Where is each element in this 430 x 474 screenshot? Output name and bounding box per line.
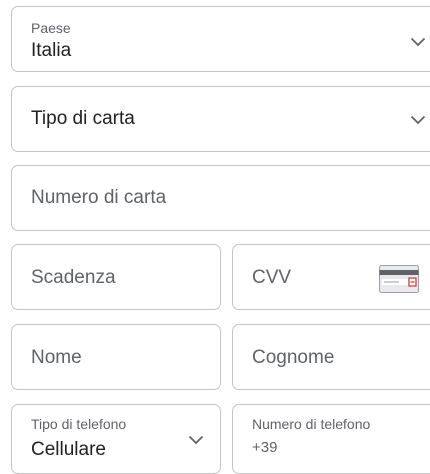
card-type-select[interactable]: Tipo di carta bbox=[11, 86, 430, 152]
phone-type-label: Tipo di telefono bbox=[31, 416, 127, 432]
card-number-placeholder: Numero di carta bbox=[31, 187, 167, 208]
chevron-down-icon bbox=[410, 37, 426, 47]
chevron-down-icon bbox=[188, 435, 204, 445]
card-cvv-icon bbox=[379, 265, 419, 293]
country-value: Italia bbox=[31, 40, 72, 61]
phone-number-label: Numero di telefono bbox=[252, 416, 371, 432]
card-type-value: Tipo di carta bbox=[31, 108, 135, 129]
last-name-field[interactable]: Cognome bbox=[232, 324, 430, 390]
expiry-field[interactable]: Scadenza bbox=[11, 244, 221, 310]
card-number-field[interactable]: Numero di carta bbox=[11, 165, 430, 231]
last-name-placeholder: Cognome bbox=[252, 347, 335, 368]
cvv-placeholder: CVV bbox=[252, 267, 292, 288]
phone-prefix: +39 bbox=[252, 439, 278, 456]
expiry-placeholder: Scadenza bbox=[31, 267, 116, 288]
chevron-down-icon bbox=[410, 115, 426, 125]
country-label: Paese bbox=[31, 20, 71, 36]
first-name-field[interactable]: Nome bbox=[11, 324, 221, 390]
country-select[interactable]: Paese Italia bbox=[11, 6, 430, 72]
phone-type-value: Cellulare bbox=[31, 439, 106, 460]
cvv-field[interactable]: CVV bbox=[232, 244, 430, 310]
first-name-placeholder: Nome bbox=[31, 347, 82, 368]
